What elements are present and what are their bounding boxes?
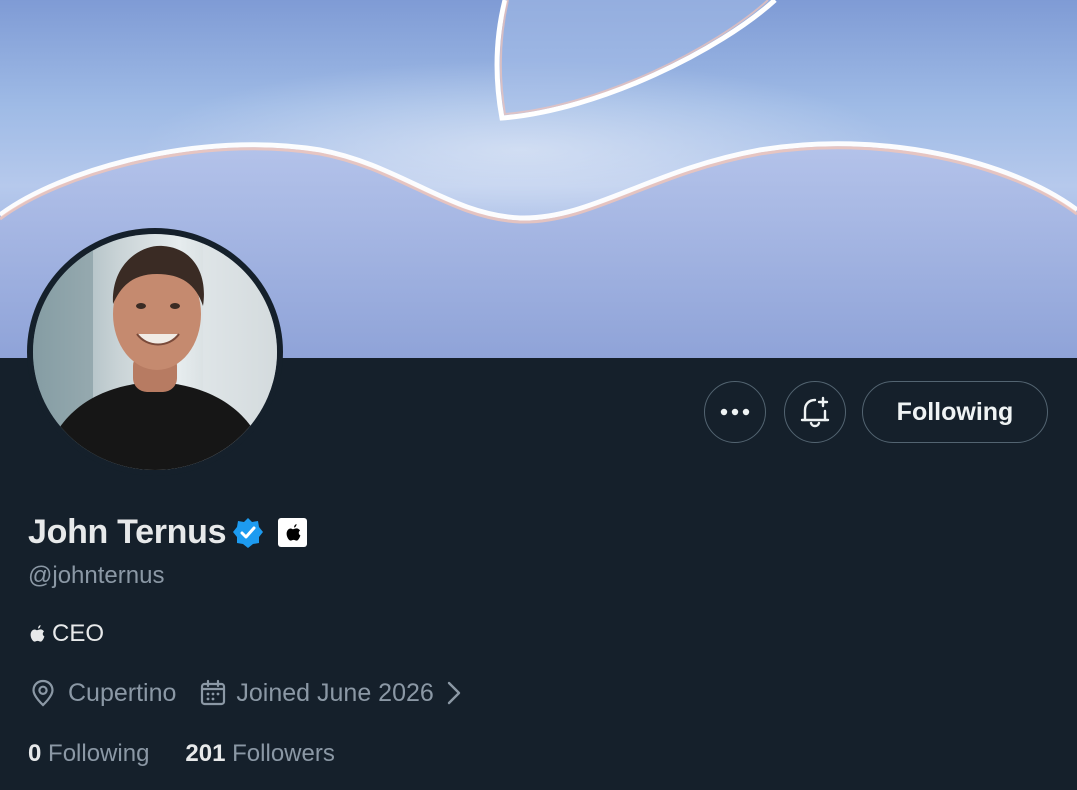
handle: @johnternus [28,562,165,589]
affiliate-badge[interactable] [278,518,308,547]
location-pin-icon [32,679,54,707]
profile-meta: Cupertino Joined June 2026 [28,678,464,708]
display-name: John Ternus [28,513,227,551]
avatar-photo [33,234,277,470]
following-stat[interactable]: 0 Following [28,740,149,768]
notify-button[interactable] [784,381,846,443]
bio-text: CEO [52,620,105,647]
following-button[interactable]: Following [862,381,1048,443]
avatar[interactable] [27,228,283,476]
apple-logo-icon [286,523,301,541]
bio: CEO [28,620,104,648]
following-count: 0 [28,740,42,767]
profile-stats: 0 Following 201 Followers [28,740,335,768]
joined-date: Joined June 2026 [236,678,434,707]
following-button-label: Following [896,397,1014,426]
more-icon [720,408,750,416]
following-label: Following [48,740,150,767]
location-text: Cupertino [68,678,177,707]
name-row: John Ternus [28,513,308,552]
followers-count: 201 [185,740,226,767]
apple-logo-icon [30,625,45,642]
verified-badge-icon[interactable] [232,517,264,549]
chevron-right-icon[interactable] [444,680,464,706]
followers-label: Followers [232,740,335,767]
more-button[interactable] [704,381,766,443]
bell-plus-icon [800,396,830,428]
calendar-icon [201,679,226,706]
followers-stat[interactable]: 201 Followers [185,740,334,768]
